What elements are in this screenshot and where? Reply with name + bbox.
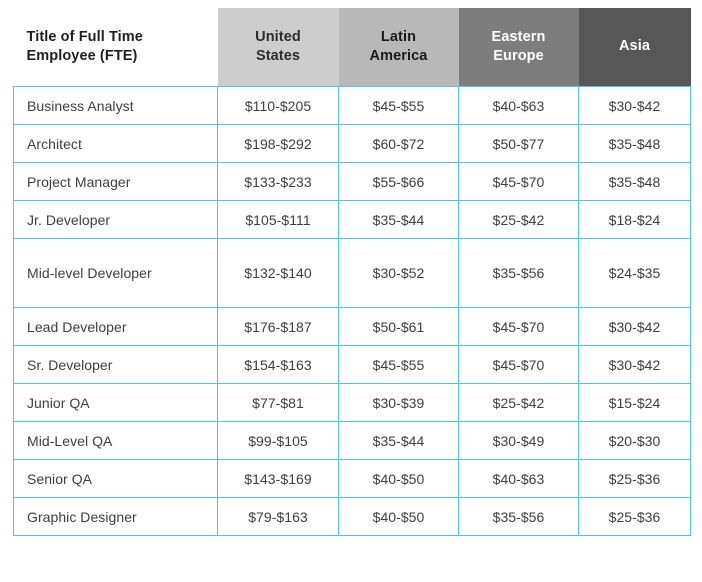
column-header-eastern-europe-line2: Europe <box>493 48 544 64</box>
cell-rate-latin-america: $55-$66 <box>338 162 459 201</box>
cell-rate-asia: $35-$48 <box>578 124 691 163</box>
cell-rate-united-states: $133-$233 <box>217 162 339 201</box>
fte-rate-table: Title of Full Time Employee (FTE) United… <box>13 8 691 536</box>
cell-rate-eastern-europe: $25-$42 <box>458 383 579 422</box>
cell-job-title: Sr. Developer <box>13 345 218 384</box>
cell-rate-asia: $25-$36 <box>578 497 691 536</box>
cell-rate-latin-america: $40-$50 <box>338 497 459 536</box>
column-header-eastern-europe: Eastern Europe <box>458 8 579 87</box>
column-header-title: Title of Full Time Employee (FTE) <box>13 8 218 87</box>
column-header-united-states-line1: United <box>255 28 301 45</box>
cell-rate-latin-america: $45-$55 <box>338 86 459 125</box>
column-header-eastern-europe-line1: Eastern <box>491 28 546 45</box>
cell-rate-eastern-europe: $45-$70 <box>458 345 579 384</box>
cell-job-title: Senior QA <box>13 459 218 498</box>
table-body: Business Analyst $110-$205 $45-$55 $40-$63 $… <box>13 86 691 536</box>
cell-rate-asia: $24-$35 <box>578 238 691 308</box>
cell-rate-united-states: $176-$187 <box>217 307 339 346</box>
column-header-latin-america-line1: Latin <box>380 28 417 45</box>
column-header-united-states-line2: States <box>255 48 301 64</box>
cell-rate-asia: $18-$24 <box>578 200 691 239</box>
column-header-title-line1: Title of Full Time <box>26 28 143 45</box>
cell-rate-eastern-europe: $40-$63 <box>458 459 579 498</box>
table-row: Sr. Developer $154-$163 $45-$55 $45-$70 $30-… <box>13 345 691 384</box>
cell-rate-latin-america: $45-$55 <box>338 345 459 384</box>
table-row: Mid-Level QA $99-$105 $35-$44 $30-$49 $20-$3… <box>13 421 691 460</box>
cell-rate-united-states: $198-$292 <box>217 124 339 163</box>
cell-rate-united-states: $105-$111 <box>217 200 339 239</box>
column-header-latin-america: Latin America <box>338 8 459 87</box>
cell-rate-eastern-europe: $35-$56 <box>458 497 579 536</box>
cell-job-title: Mid-Level QA <box>13 421 218 460</box>
rate-table-container: Title of Full Time Employee (FTE) United… <box>13 8 691 536</box>
cell-job-title: Architect <box>13 124 218 163</box>
cell-rate-latin-america: $60-$72 <box>338 124 459 163</box>
cell-rate-asia: $30-$42 <box>578 86 691 125</box>
cell-rate-latin-america: $35-$44 <box>338 421 459 460</box>
cell-rate-united-states: $132-$140 <box>217 238 339 308</box>
cell-rate-united-states: $79-$163 <box>217 497 339 536</box>
column-header-asia-line1: Asia <box>618 38 651 55</box>
cell-rate-united-states: $143-$169 <box>217 459 339 498</box>
cell-job-title: Jr. Developer <box>13 200 218 239</box>
column-header-title-line2: Employee (FTE) <box>26 48 138 64</box>
cell-rate-united-states: $77-$81 <box>217 383 339 422</box>
cell-rate-united-states: $99-$105 <box>217 421 339 460</box>
cell-rate-latin-america: $50-$61 <box>338 307 459 346</box>
table-row: Jr. Developer $105-$111 $35-$44 $25-$42 $18-… <box>13 200 691 239</box>
cell-job-title: Lead Developer <box>13 307 218 346</box>
cell-rate-latin-america: $35-$44 <box>338 200 459 239</box>
table-header-row: Title of Full Time Employee (FTE) United… <box>13 8 691 87</box>
cell-rate-united-states: $154-$163 <box>217 345 339 384</box>
table-row: Architect $198-$292 $60-$72 $50-$77 $35-$48 <box>13 124 691 163</box>
table-row: Graphic Designer $79-$163 $40-$50 $35-$56 $2… <box>13 497 691 536</box>
cell-rate-asia: $20-$30 <box>578 421 691 460</box>
cell-rate-asia: $30-$42 <box>578 307 691 346</box>
cell-rate-asia: $30-$42 <box>578 345 691 384</box>
cell-rate-asia: $35-$48 <box>578 162 691 201</box>
table-row: Project Manager $133-$233 $55-$66 $45-$70 $3… <box>13 162 691 201</box>
table-row: Senior QA $143-$169 $40-$50 $40-$63 $25-$36 <box>13 459 691 498</box>
cell-rate-eastern-europe: $45-$70 <box>458 162 579 201</box>
table-header: Title of Full Time Employee (FTE) United… <box>13 8 691 87</box>
cell-rate-eastern-europe: $40-$63 <box>458 86 579 125</box>
cell-job-title: Graphic Designer <box>13 497 218 536</box>
cell-rate-eastern-europe: $45-$70 <box>458 307 579 346</box>
cell-job-title: Junior QA <box>13 383 218 422</box>
cell-job-title: Project Manager <box>13 162 218 201</box>
cell-rate-latin-america: $40-$50 <box>338 459 459 498</box>
table-row: Mid-level Developer $132-$140 $30-$52 $35-$… <box>13 238 691 308</box>
cell-rate-eastern-europe: $50-$77 <box>458 124 579 163</box>
column-header-asia: Asia <box>578 8 691 87</box>
column-header-united-states: United States <box>217 8 339 87</box>
table-row: Lead Developer $176-$187 $50-$61 $45-$70 $30… <box>13 307 691 346</box>
table-row: Junior QA $77-$81 $30-$39 $25-$42 $15-$24 <box>13 383 691 422</box>
cell-rate-latin-america: $30-$39 <box>338 383 459 422</box>
cell-rate-united-states: $110-$205 <box>217 86 339 125</box>
column-header-latin-america-line2: America <box>369 48 428 64</box>
cell-rate-asia: $15-$24 <box>578 383 691 422</box>
cell-rate-latin-america: $30-$52 <box>338 238 459 308</box>
cell-rate-asia: $25-$36 <box>578 459 691 498</box>
cell-rate-eastern-europe: $25-$42 <box>458 200 579 239</box>
cell-job-title: Business Analyst <box>13 86 218 125</box>
cell-rate-eastern-europe: $30-$49 <box>458 421 579 460</box>
table-row: Business Analyst $110-$205 $45-$55 $40-$63 $… <box>13 86 691 125</box>
cell-rate-eastern-europe: $35-$56 <box>458 238 579 308</box>
cell-job-title: Mid-level Developer <box>13 238 218 308</box>
